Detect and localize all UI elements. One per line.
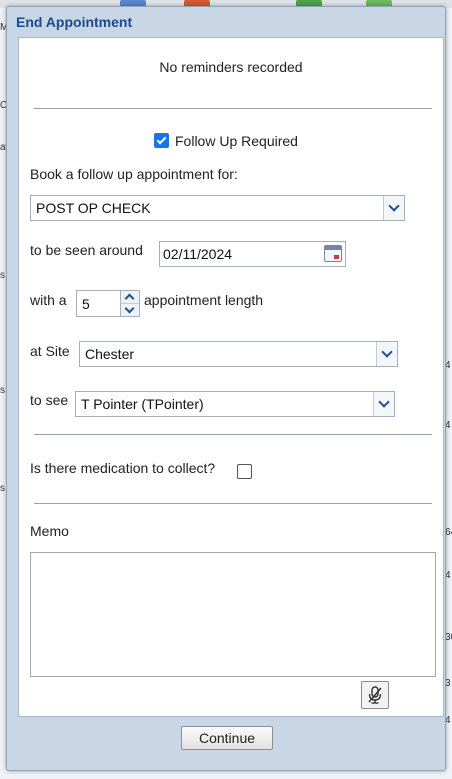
- appointment-type-select[interactable]: POST OP CHECK: [30, 195, 405, 221]
- checkmark-icon: [156, 134, 167, 145]
- book-follow-up-label: Book a follow up appointment for:: [30, 166, 238, 182]
- memo-label: Memo: [30, 523, 69, 539]
- chevron-down-icon: [124, 303, 135, 314]
- site-value: Chester: [85, 346, 135, 362]
- background-text: 64: [445, 527, 452, 538]
- clinician-value: T Pointer (TPointer): [81, 396, 204, 412]
- divider: [34, 434, 432, 435]
- site-select[interactable]: Chester: [79, 341, 398, 367]
- site-dropdown-button[interactable]: [376, 342, 397, 366]
- decrement-button[interactable]: [120, 303, 139, 316]
- appointment-length-value: 5: [82, 296, 90, 312]
- seen-around-label: to be seen around: [30, 242, 143, 258]
- increment-button[interactable]: [120, 291, 139, 304]
- to-see-label: to see: [30, 392, 69, 408]
- medication-collect-label: Is there medication to collect?: [30, 460, 216, 476]
- follow-up-date-input[interactable]: 02/11/2024: [159, 241, 346, 267]
- dialog-content-panel: No reminders recorded Follow Up Required…: [18, 37, 444, 717]
- dialog-title: End Appointment: [16, 14, 133, 30]
- microphone-muted-icon: [368, 686, 382, 704]
- medication-collect-checkbox[interactable]: [237, 464, 252, 479]
- follow-up-required-label: Follow Up Required: [175, 133, 298, 149]
- clinician-select[interactable]: T Pointer (TPointer): [75, 391, 395, 417]
- continue-button[interactable]: Continue: [181, 726, 273, 750]
- chevron-down-icon: [388, 200, 400, 212]
- divider: [34, 108, 432, 109]
- follow-up-required-checkbox[interactable]: [154, 133, 169, 148]
- with-a-label: with a: [30, 292, 67, 308]
- memo-textarea[interactable]: [30, 552, 436, 677]
- background-text: s: [0, 483, 5, 494]
- chevron-down-icon: [378, 396, 390, 408]
- site-label: at Site: [30, 343, 70, 359]
- background-text: s: [0, 270, 5, 281]
- reminders-status-text: No reminders recorded: [159, 59, 303, 75]
- background-text: 30: [445, 632, 452, 643]
- chevron-down-icon: [381, 346, 393, 358]
- clinician-dropdown-button[interactable]: [373, 392, 394, 416]
- dictation-button[interactable]: [361, 681, 389, 709]
- appointment-length-stepper[interactable]: 5: [76, 290, 140, 317]
- end-appointment-dialog: End Appointment No reminders recorded Fo…: [6, 6, 446, 771]
- appointment-type-dropdown-button[interactable]: [383, 196, 404, 220]
- calendar-icon[interactable]: [324, 245, 342, 262]
- appointment-type-value: POST OP CHECK: [36, 200, 151, 216]
- follow-up-date-value: 02/11/2024: [163, 246, 233, 262]
- background-text: s: [0, 385, 5, 396]
- chevron-up-icon: [124, 293, 135, 304]
- divider: [34, 503, 432, 504]
- appointment-length-label: appointment length: [144, 292, 264, 308]
